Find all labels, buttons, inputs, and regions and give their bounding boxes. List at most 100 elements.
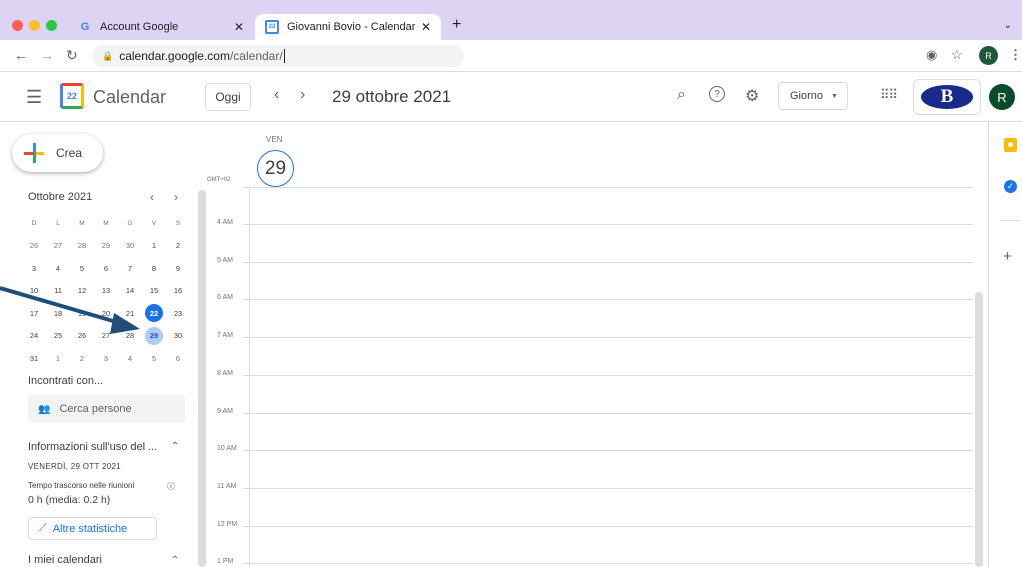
tab-search-chevron-icon[interactable]: ⌄ [1004,20,1012,31]
mini-calendar-day[interactable]: 6 [166,347,190,370]
mini-calendar-day[interactable]: 10 [22,280,46,303]
mini-calendar-day[interactable]: 22 [142,302,166,325]
sidebar-scrollbar[interactable] [198,190,206,567]
mini-calendar-day[interactable]: 23 [166,302,190,325]
mini-calendar-day[interactable]: 7 [118,257,142,280]
mini-calendar-day-label: 8 [151,263,157,273]
mini-calendar-day[interactable]: 13 [94,280,118,303]
close-tab-icon[interactable]: ✕ [421,20,431,34]
url-input[interactable]: 🔒 calendar.google.com /calendar/ [92,45,464,67]
mini-calendar-day[interactable]: 31 [22,347,46,370]
mini-calendar-day[interactable]: 3 [22,257,46,280]
main-menu-icon[interactable]: ☰ [26,87,42,108]
hour-row[interactable]: 8 AM [207,370,973,387]
mini-calendar-day[interactable]: 17 [22,302,46,325]
hour-row[interactable]: 5 AM [207,257,973,274]
mini-calendar-day[interactable]: 25 [46,325,70,348]
mini-calendar-day[interactable]: 19 [70,302,94,325]
mini-calendar-day[interactable]: 4 [46,257,70,280]
bookmark-star-icon[interactable]: ☆ [951,47,963,63]
more-stats-button[interactable]: ⟋ Altre statistiche [28,517,157,540]
day-number[interactable]: 29 [257,150,294,187]
mini-calendar-day[interactable]: 24 [22,325,46,348]
mini-calendar-day[interactable]: 11 [46,280,70,303]
main-scrollbar[interactable] [975,292,983,567]
next-day-chevron-icon[interactable]: › [300,86,305,104]
forward-arrow-icon[interactable]: → [40,47,54,63]
mini-prev-month-icon[interactable]: ‹ [150,190,154,204]
info-icon[interactable]: ⓘ [167,481,175,492]
reload-icon[interactable]: ↻ [66,47,78,64]
hour-row[interactable]: 9 AM [207,408,973,425]
collapse-calendars-icon[interactable]: ⌃ [171,555,179,566]
mini-calendar-day[interactable]: 2 [70,347,94,370]
hour-row[interactable]: 1 PM [207,558,973,567]
close-tab-icon[interactable]: ✕ [234,20,244,34]
apps-grid-icon[interactable]: ⠿⠿ [880,87,898,103]
mini-calendar-day[interactable]: 3 [94,347,118,370]
mini-calendar-day[interactable]: 1 [46,347,70,370]
hour-row[interactable]: 11 AM [207,483,973,500]
tab-account-google[interactable]: G Account Google ✕ [68,14,254,40]
minimize-window-button[interactable] [29,20,40,31]
tab-calendar[interactable]: 22 Giovanni Bovio - Calendario - ✕ [255,14,441,40]
mini-calendar-day[interactable]: 12 [70,280,94,303]
organization-logo[interactable]: B [913,79,981,115]
mini-calendar-day[interactable]: 30 [166,325,190,348]
mini-calendar-day[interactable]: 26 [70,325,94,348]
search-people-input[interactable]: 👥 Cerca persone [28,395,185,423]
mini-calendar-day[interactable]: 27 [94,325,118,348]
back-arrow-icon[interactable]: ← [14,47,28,63]
mini-calendar-day[interactable]: 18 [46,302,70,325]
new-tab-icon[interactable]: + [452,16,461,34]
tasks-icon[interactable]: ✓ [1004,180,1017,193]
browser-tab-bar: G Account Google ✕ 22 Giovanni Bovio - C… [0,0,1022,40]
today-button[interactable]: Oggi [205,83,251,111]
close-window-button[interactable] [12,20,23,31]
mini-calendar-day[interactable]: 28 [118,325,142,348]
mini-calendar-day[interactable]: 30 [118,235,142,258]
mini-calendar-day[interactable]: 29 [142,325,166,348]
mini-calendar-day[interactable]: 6 [94,257,118,280]
keep-icon[interactable] [1004,138,1017,152]
hour-row[interactable]: 10 AM [207,445,973,462]
view-selector[interactable]: Giorno ▼ [778,82,848,110]
mini-calendar-day[interactable]: 28 [70,235,94,258]
mini-calendar-day-label: 16 [173,286,183,296]
hour-gridline [243,563,973,565]
weekday-header: G [127,219,133,227]
settings-gear-icon[interactable]: ⚙ [745,86,759,106]
browser-menu-icon[interactable]: ⋮ [1009,47,1022,63]
mini-calendar-day[interactable]: 26 [22,235,46,258]
previous-day-chevron-icon[interactable]: ‹ [274,86,279,104]
hour-row[interactable]: 6 AM [207,294,973,311]
add-ons-plus-icon[interactable]: + [1003,248,1012,265]
browser-profile-avatar[interactable]: R [979,46,998,65]
mini-calendar-day[interactable]: 4 [118,347,142,370]
maximize-window-button[interactable] [46,20,57,31]
mini-next-month-icon[interactable]: › [174,190,178,204]
collapse-insights-icon[interactable]: ⌃ [171,441,179,452]
eye-icon[interactable]: ◉ [926,47,937,63]
mini-calendar-day[interactable]: 2 [166,235,190,258]
mini-calendar-day[interactable]: 9 [166,257,190,280]
mini-calendar-day[interactable]: 20 [94,302,118,325]
mini-calendar-day[interactable]: 16 [166,280,190,303]
account-avatar[interactable]: R [989,84,1015,110]
help-icon[interactable]: ? [709,86,725,102]
hour-row[interactable]: 12 PM [207,521,973,538]
mini-calendar-day[interactable]: 29 [94,235,118,258]
mini-calendar-day[interactable]: 5 [70,257,94,280]
mini-calendar-day[interactable]: 5 [142,347,166,370]
hour-row[interactable]: 4 AM [207,219,973,236]
mini-calendar-day[interactable]: 1 [142,235,166,258]
mini-calendar-day[interactable]: 8 [142,257,166,280]
hour-row[interactable]: 7 AM [207,332,973,349]
mini-calendar-day-label: 5 [151,353,157,363]
create-button[interactable]: Crea [12,134,103,172]
mini-calendar-day[interactable]: 14 [118,280,142,303]
mini-calendar-day[interactable]: 27 [46,235,70,258]
search-icon[interactable]: ⌕ [677,86,686,104]
mini-calendar-day[interactable]: 21 [118,302,142,325]
mini-calendar-day[interactable]: 15 [142,280,166,303]
